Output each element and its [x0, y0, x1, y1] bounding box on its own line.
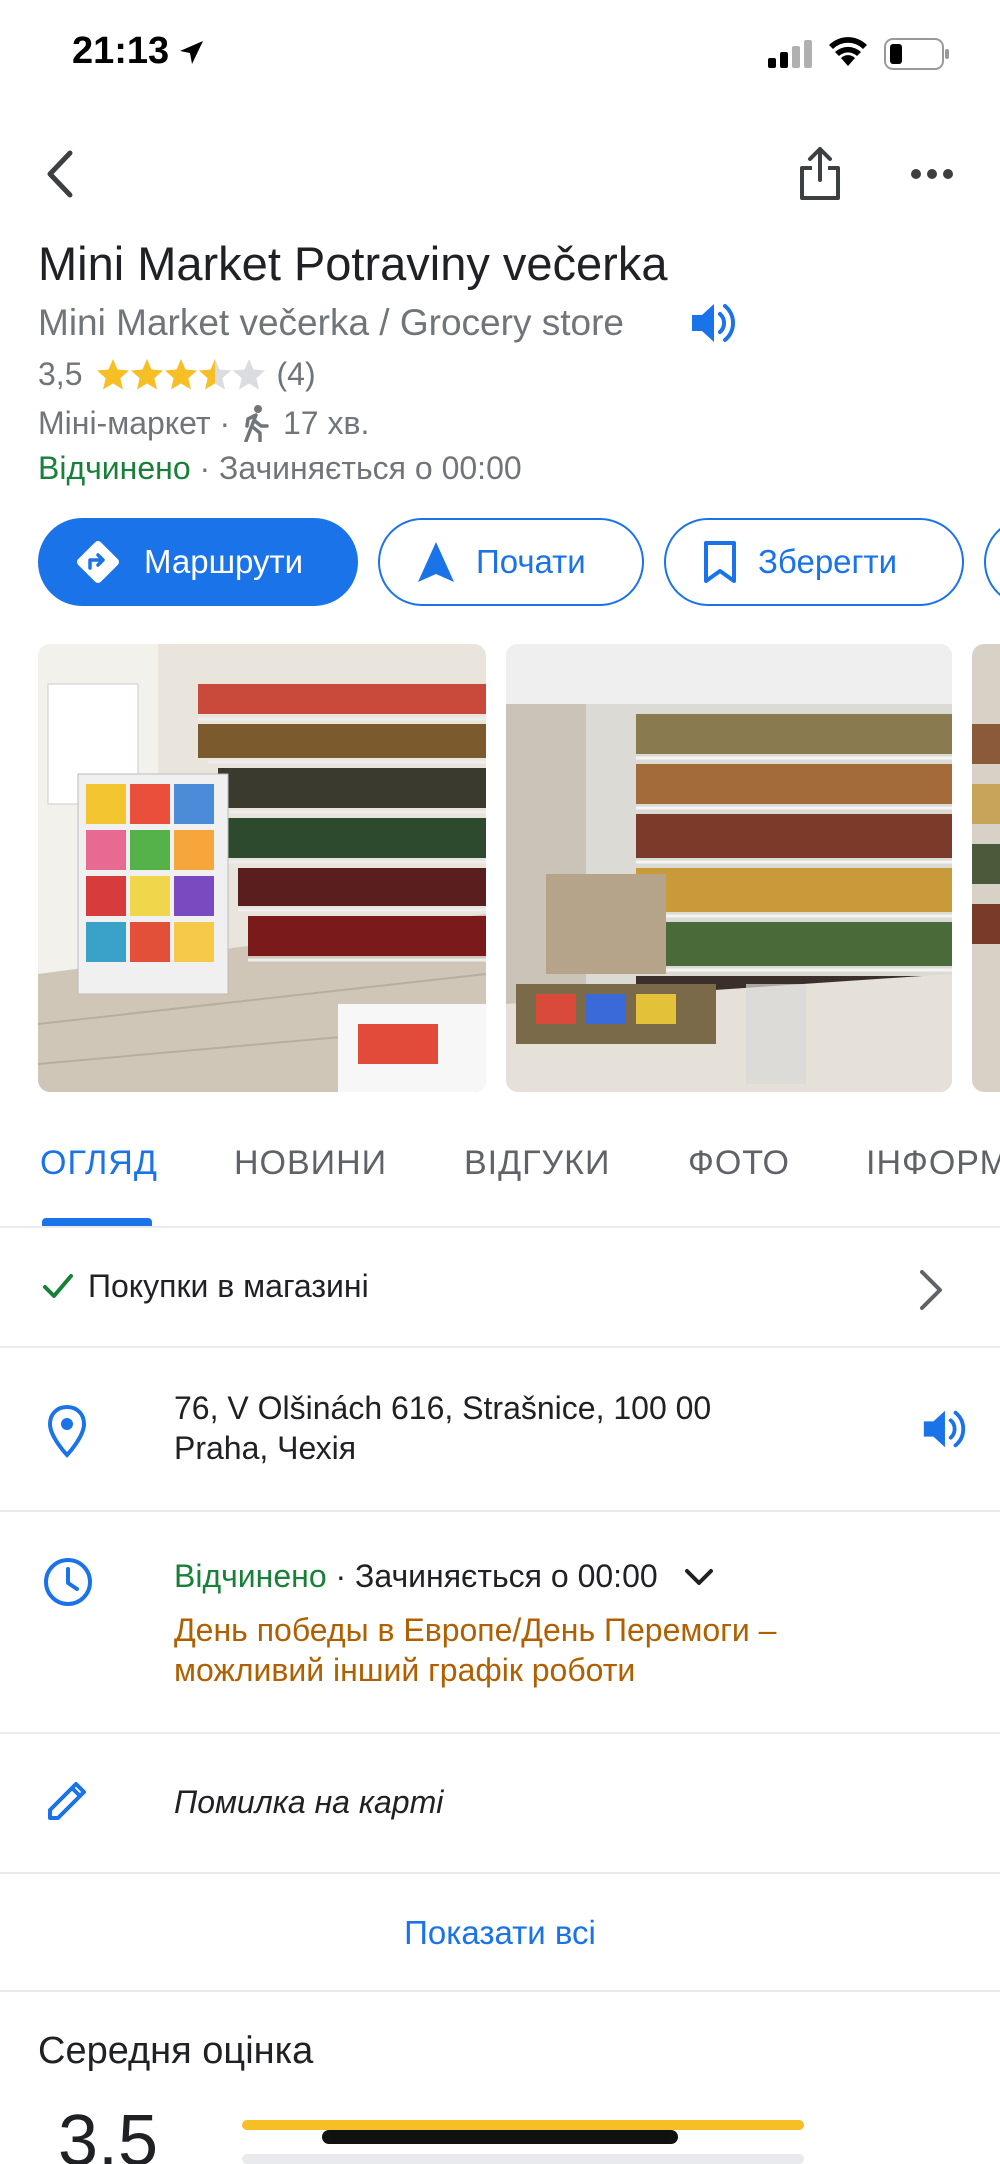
- address-line-1: 76, V Olšinách 616, Strašnice, 100 00: [174, 1390, 712, 1426]
- pronounce-name-button[interactable]: [688, 300, 738, 351]
- address-text: 76, V Olšinách 616, Strašnice, 100 00 Pr…: [174, 1388, 774, 1468]
- photo-carousel: [38, 644, 1000, 1092]
- action-chips: Маршрути Почати Зберегти: [38, 518, 1000, 606]
- more-actions-chip[interactable]: [984, 518, 1000, 606]
- home-indicator[interactable]: [322, 2130, 678, 2144]
- place-subtitle: Mini Market večerka / Grocery store: [38, 302, 624, 343]
- wifi-icon: [828, 36, 868, 73]
- holiday-notice-line-1: День победы в Европе/День Перемоги –: [174, 1612, 777, 1648]
- speaker-icon: [923, 1410, 966, 1448]
- address-row[interactable]: 76, V Olšinách 616, Strašnice, 100 00 Pr…: [0, 1350, 1000, 1512]
- in-store-shopping-label: Покупки в магазині: [88, 1268, 369, 1304]
- average-rating-score: 3.5: [58, 2101, 159, 2164]
- rating-row[interactable]: 3,5 (4): [38, 356, 316, 393]
- clock-icon: [42, 1556, 94, 1613]
- average-rating-title: Середня оцінка: [38, 2030, 314, 2072]
- hours-summary: Відчинено · Зачиняється о 00:00: [174, 1558, 714, 1595]
- store-photo[interactable]: [38, 644, 486, 1092]
- rating-distribution-bar: [242, 2154, 804, 2164]
- status-time: 21:13: [72, 30, 170, 72]
- chevron-down-icon[interactable]: [684, 1567, 714, 1587]
- rating-distribution-bar: [242, 2120, 804, 2130]
- tab-bar: ОГЛЯД НОВИНИ ВІДГУКИ ФОТО ІНФОРМ: [0, 1140, 1000, 1228]
- empty-star-icon: [233, 358, 266, 389]
- chevron-right-icon: [916, 1268, 946, 1317]
- walking-icon: [243, 404, 271, 442]
- location-arrow-icon: [176, 38, 206, 73]
- more-dots-icon: [911, 169, 953, 179]
- location-pin-icon: [46, 1404, 88, 1463]
- show-all-link[interactable]: Показати всі: [0, 1914, 1000, 1952]
- holiday-notice-line-2: можливий інший графік роботи: [174, 1652, 636, 1688]
- cellular-signal-icon: [768, 40, 814, 73]
- separator: ·: [326, 1558, 356, 1594]
- checkmark-icon: [42, 1272, 74, 1305]
- top-bar: [0, 130, 1000, 220]
- closing-time: Зачиняється о 00:00: [219, 450, 522, 486]
- hours-row[interactable]: Відчинено · Зачиняється о 00:00 День поб…: [0, 1514, 1000, 1734]
- directions-button[interactable]: Маршрути: [38, 518, 358, 606]
- holiday-hours-notice: День победы в Европе/День Перемоги – мож…: [174, 1610, 954, 1690]
- more-options-button[interactable]: [902, 144, 962, 204]
- open-status-row: Відчинено · Зачиняється о 00:00: [38, 450, 522, 487]
- read-address-button[interactable]: [920, 1406, 968, 1457]
- tab-about[interactable]: ІНФОРМ: [866, 1144, 1000, 1183]
- store-photo[interactable]: [972, 644, 1000, 1092]
- separator: ·: [190, 450, 220, 486]
- start-label: Почати: [476, 543, 586, 580]
- walk-time: 17 хв.: [282, 404, 370, 441]
- active-tab-indicator: [42, 1218, 152, 1226]
- suggest-edit-row[interactable]: Помилка на карті: [0, 1736, 1000, 1874]
- star-icon: [131, 358, 164, 389]
- place-category: Міні-маркет: [38, 404, 211, 441]
- pencil-icon: [44, 1776, 92, 1829]
- address-line-2: Praha, Чехія: [174, 1430, 357, 1466]
- tab-overview[interactable]: ОГЛЯД: [40, 1144, 158, 1183]
- tab-photos[interactable]: ФОТО: [688, 1144, 790, 1183]
- bookmark-icon: [702, 540, 738, 584]
- open-status: Відчинено: [174, 1558, 327, 1594]
- suggest-edit-label: Помилка на карті: [174, 1784, 444, 1820]
- separator: ·: [210, 404, 239, 441]
- place-title: Mini Market Potraviny večerka: [38, 237, 668, 290]
- navigation-arrow-icon: [416, 540, 456, 584]
- store-photo[interactable]: [506, 644, 952, 1092]
- back-arrow-icon: [47, 150, 73, 198]
- service-options-row[interactable]: Покупки в магазині: [0, 1230, 1000, 1348]
- rating-stars: [96, 358, 266, 392]
- share-button[interactable]: [790, 142, 850, 206]
- status-bar: 21:13: [0, 0, 1000, 110]
- share-icon: [800, 147, 840, 200]
- rating-value: 3,5: [38, 356, 83, 392]
- tab-reviews[interactable]: ВІДГУКИ: [464, 1144, 610, 1183]
- directions-icon: [72, 536, 124, 588]
- back-button[interactable]: [30, 144, 90, 204]
- closing-time: Зачиняється о 00:00: [355, 1558, 658, 1594]
- tab-news[interactable]: НОВИНИ: [234, 1144, 387, 1183]
- save-button[interactable]: Зберегти: [664, 518, 964, 606]
- battery-icon: [884, 38, 950, 75]
- save-label: Зберегти: [758, 543, 898, 580]
- speaker-icon: [692, 304, 736, 342]
- rating-bar-fill: [242, 2120, 804, 2130]
- review-count: (4): [276, 356, 316, 392]
- star-icon: [97, 358, 130, 389]
- directions-label: Маршрути: [144, 543, 304, 580]
- open-status: Відчинено: [38, 450, 191, 486]
- half-star-icon: [199, 358, 232, 389]
- category-row: Міні-маркет · 17 хв.: [38, 404, 369, 442]
- star-icon: [165, 358, 198, 389]
- start-navigation-button[interactable]: Почати: [378, 518, 644, 606]
- show-all-row: Показати всі: [0, 1876, 1000, 1992]
